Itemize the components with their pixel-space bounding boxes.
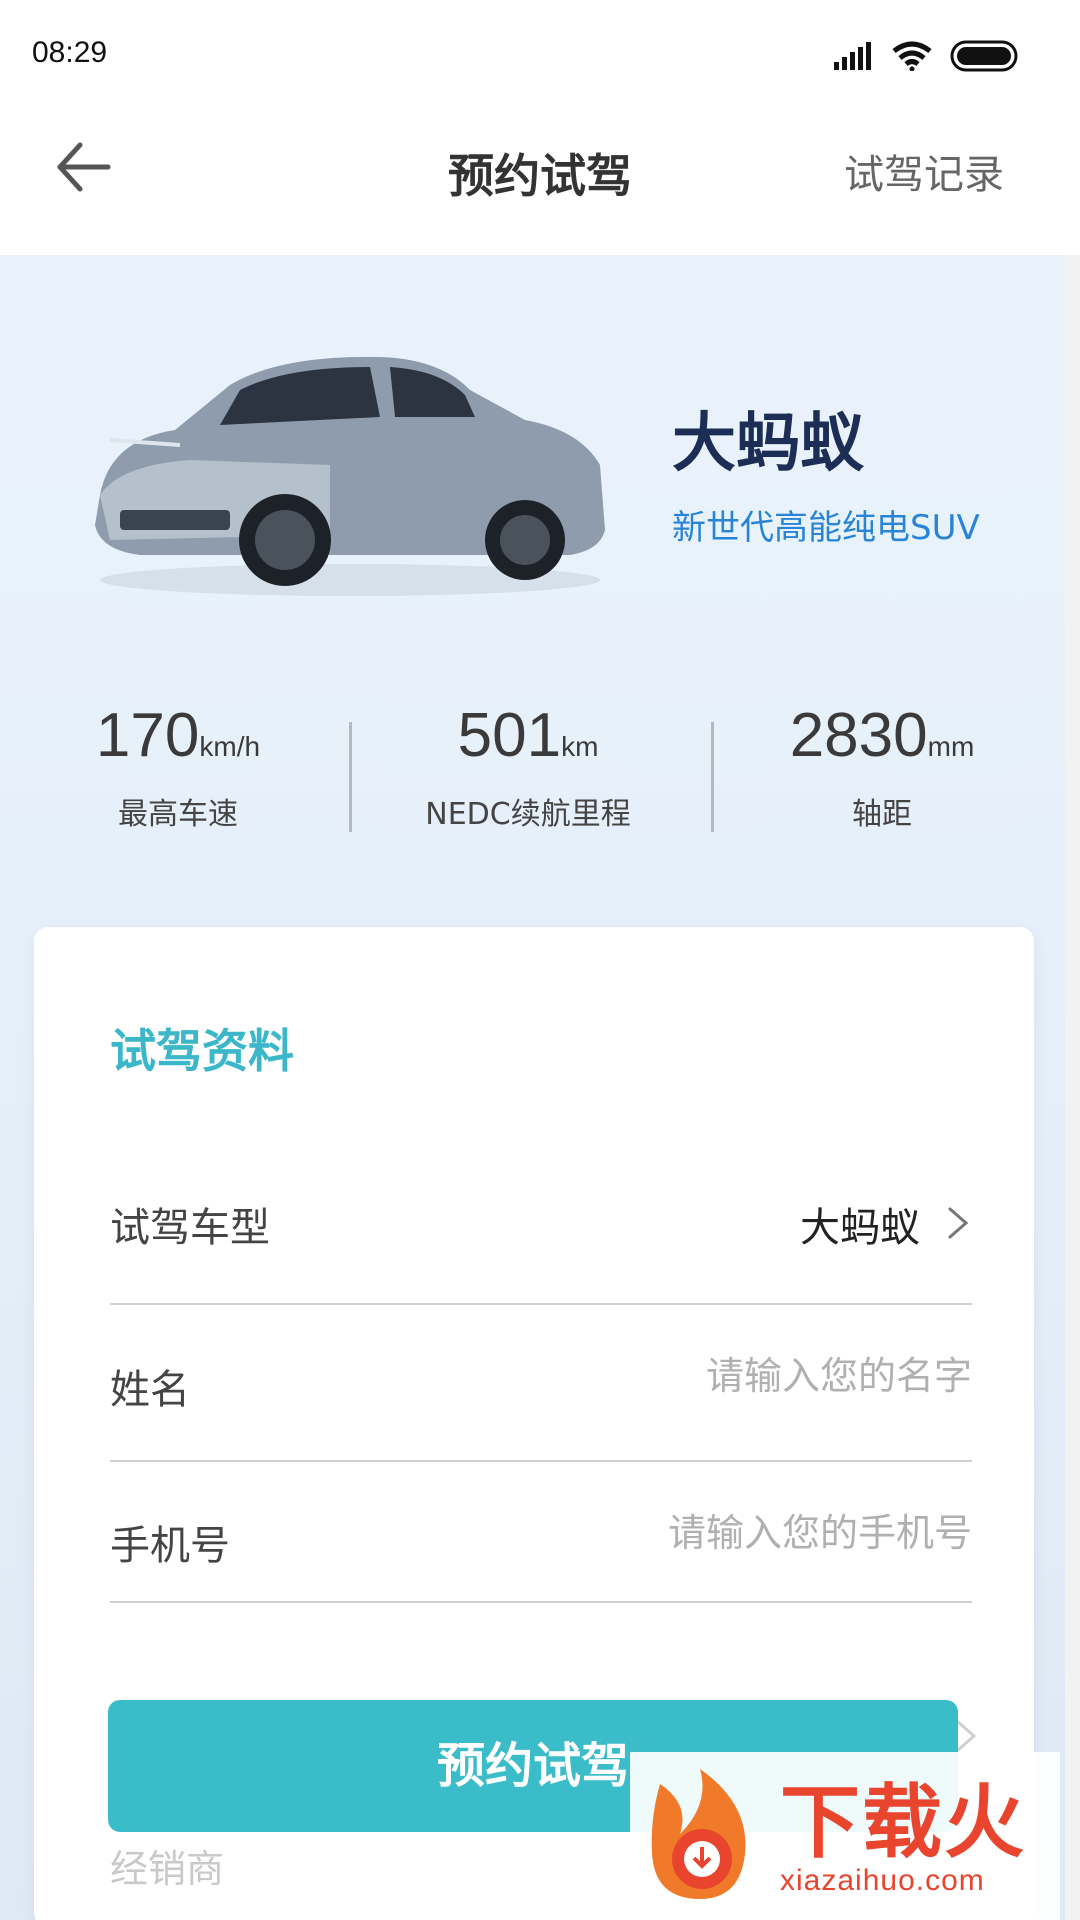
- spec-value: 501: [457, 701, 562, 770]
- phone-label: 手机号: [110, 1523, 230, 1569]
- spec-label: NEDC续航里程: [425, 797, 631, 832]
- model-label: 试驾车型: [110, 1205, 270, 1251]
- scrollbar-track: [1065, 255, 1080, 1920]
- name-input[interactable]: [472, 1354, 972, 1398]
- name-row: 姓名: [110, 1322, 972, 1462]
- spec-divider: [349, 722, 352, 832]
- form-title: 试驾资料: [110, 1024, 294, 1078]
- divider: [110, 1601, 972, 1603]
- watermark-text: 下载火: [780, 1776, 1026, 1869]
- flame-logo-icon: [651, 1769, 746, 1899]
- status-time: 08:29: [32, 36, 108, 69]
- divider: [110, 1460, 972, 1462]
- watermark-url: xiazaihuo.com: [780, 1864, 985, 1897]
- phone-input[interactable]: [472, 1511, 972, 1555]
- status-icons: [834, 40, 1020, 72]
- phone-row: 手机号: [110, 1463, 972, 1603]
- test-drive-records-link[interactable]: 试驾记录: [844, 142, 1004, 200]
- vehicle-specs: 170km/h 最高车速 501km NEDC续航里程 2830mm 轴距: [0, 700, 1065, 860]
- spec-label: 最高车速: [118, 797, 238, 832]
- divider: [110, 1303, 972, 1305]
- vehicle-name: 大蚂蚁: [672, 407, 864, 481]
- spec-wheelbase: 2830mm 轴距: [712, 700, 1052, 833]
- status-bar: 08:29: [0, 0, 1080, 110]
- chevron-right-icon: [948, 1207, 969, 1239]
- nav-bar: 预约试驾 试驾记录: [0, 110, 1080, 255]
- name-label: 姓名: [110, 1367, 190, 1413]
- spec-unit: km/h: [199, 731, 261, 762]
- car-image: [95, 356, 605, 596]
- spec-unit: mm: [927, 731, 975, 762]
- battery-icon: [950, 40, 1018, 72]
- model-value: 大蚂蚁: [800, 1205, 920, 1251]
- wifi-icon: [892, 41, 932, 71]
- vehicle-slogan: 新世代高能纯电SUV: [672, 508, 980, 548]
- spec-value: 170: [95, 701, 200, 770]
- spec-value: 2830: [789, 701, 928, 770]
- dealer-label[interactable]: 经销商: [110, 1838, 224, 1893]
- watermark: 下载火 xiazaihuo.com: [630, 1752, 1060, 1920]
- spec-range: 501km NEDC续航里程: [358, 700, 698, 833]
- spec-top-speed: 170km/h 最高车速: [8, 700, 348, 833]
- spec-unit: km: [561, 731, 599, 762]
- spec-label: 轴距: [852, 797, 912, 832]
- signal-icon: [834, 42, 871, 70]
- model-select-row[interactable]: 试驾车型 大蚂蚁: [110, 1165, 972, 1305]
